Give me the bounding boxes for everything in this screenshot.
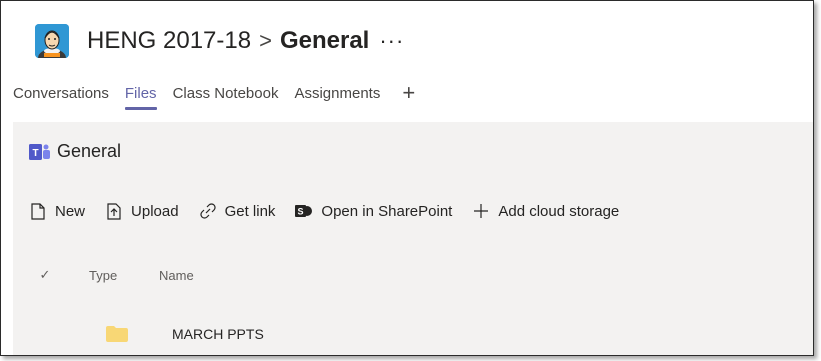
upload-label: Upload: [131, 202, 179, 220]
file-name[interactable]: MARCH PPTS: [172, 326, 264, 342]
svg-text:S: S: [298, 207, 304, 217]
files-content-area: [13, 122, 813, 355]
team-avatar[interactable]: [35, 24, 69, 58]
column-header-name[interactable]: Name: [159, 268, 194, 283]
tab-class-notebook[interactable]: Class Notebook: [173, 85, 279, 110]
breadcrumb-label[interactable]: General: [57, 141, 121, 162]
folder-icon: [106, 326, 128, 342]
files-toolbar: New Upload Get link S Open in SharePoint…: [29, 202, 639, 220]
channel-tabs: Conversations Files Class Notebook Assig…: [13, 82, 415, 115]
svg-text:T: T: [32, 148, 38, 159]
link-icon: [199, 202, 217, 220]
get-link-button[interactable]: Get link: [199, 202, 276, 220]
new-file-icon: [29, 202, 47, 220]
shakespeare-avatar-icon: [35, 24, 69, 58]
sharepoint-label: Open in SharePoint: [321, 202, 453, 220]
tab-conversations[interactable]: Conversations: [13, 85, 109, 110]
column-header-type[interactable]: Type: [89, 268, 159, 283]
table-row[interactable]: MARCH PPTS: [106, 326, 264, 342]
plus-icon: [472, 202, 490, 220]
tab-files[interactable]: Files: [124, 85, 157, 110]
file-list-header: ✓ Type Name: [37, 267, 194, 283]
channel-title: HENG 2017-18 > General ···: [87, 27, 404, 55]
more-options-button[interactable]: ···: [379, 28, 404, 54]
sharepoint-icon: S: [295, 202, 313, 220]
upload-icon: [105, 202, 123, 220]
title-separator: >: [259, 28, 272, 53]
new-label: New: [55, 202, 86, 220]
upload-button[interactable]: Upload: [105, 202, 179, 220]
open-in-sharepoint-button[interactable]: S Open in SharePoint: [295, 202, 452, 220]
select-all-checkbox[interactable]: ✓: [37, 267, 53, 283]
teams-window: HENG 2017-18 > General ··· Conversations…: [0, 0, 814, 356]
add-cloud-storage-button[interactable]: Add cloud storage: [472, 202, 619, 220]
teams-logo-icon: T: [29, 143, 50, 160]
tab-assignments[interactable]: Assignments: [294, 85, 380, 110]
channel-header: HENG 2017-18 > General ···: [35, 21, 404, 61]
add-tab-button[interactable]: +: [402, 82, 415, 104]
get-link-label: Get link: [224, 202, 276, 220]
channel-name: General: [279, 27, 370, 54]
team-name[interactable]: HENG 2017-18: [87, 27, 251, 55]
breadcrumb: T General: [29, 141, 121, 162]
new-button[interactable]: New: [29, 202, 85, 220]
add-cloud-label: Add cloud storage: [498, 202, 620, 220]
